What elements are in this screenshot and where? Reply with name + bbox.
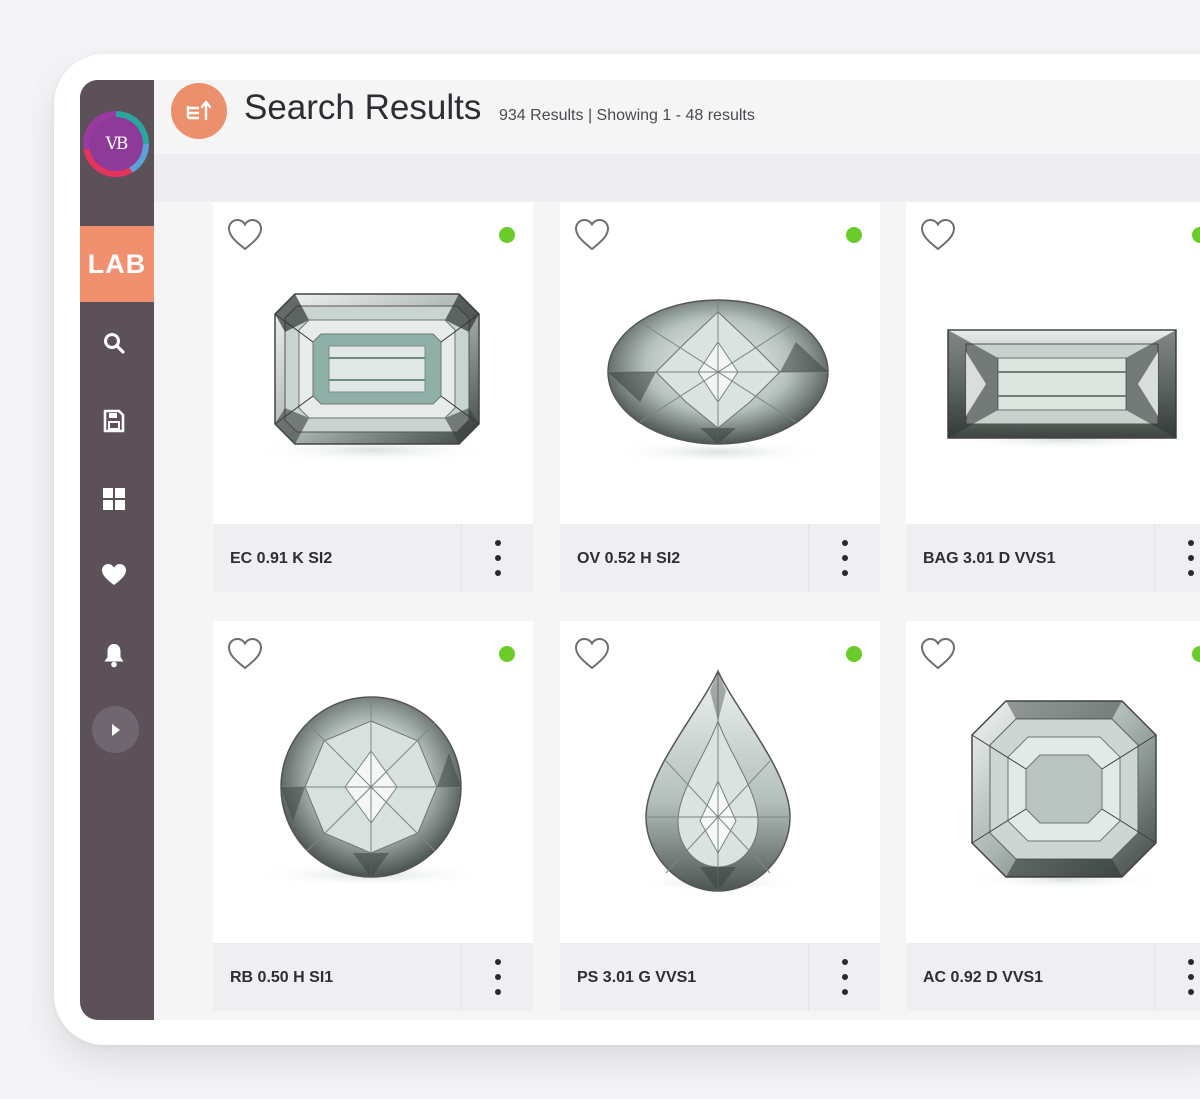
availability-dot	[846, 646, 862, 662]
divider	[808, 524, 809, 592]
sidebar: VB LAB	[80, 80, 154, 1020]
diamond-card[interactable]: BAG 3.01 D VVS1	[906, 202, 1200, 592]
heart-icon[interactable]	[100, 561, 128, 589]
sort-icon	[186, 100, 212, 121]
page-title: Search Results	[244, 88, 482, 127]
card-footer: PS 3.01 G VVS1	[560, 943, 880, 1011]
divider	[1154, 943, 1155, 1011]
more-options-button[interactable]	[830, 540, 860, 576]
results-count: 934 Results | Showing 1 - 48 results	[499, 107, 755, 124]
diamond-title[interactable]: AC 0.92 D VVS1	[923, 969, 1043, 987]
app-screen: VB LAB Search Results 934 Results | Show…	[80, 80, 1200, 1020]
sort-button[interactable]	[171, 83, 227, 139]
search-icon[interactable]	[100, 329, 128, 357]
diamond-card[interactable]: AC 0.92 D VVS1	[906, 621, 1200, 1011]
card-footer: BAG 3.01 D VVS1	[906, 524, 1200, 592]
heart-outline-icon[interactable]	[574, 637, 610, 671]
logo-text: VB	[105, 134, 129, 154]
lab-badge-label: LAB	[87, 248, 147, 279]
divider	[1154, 524, 1155, 592]
diamond-title[interactable]: OV 0.52 H SI2	[577, 550, 680, 568]
diamond-card[interactable]: OV 0.52 H SI2	[560, 202, 880, 592]
divider	[461, 943, 462, 1011]
heart-outline-icon[interactable]	[227, 218, 263, 252]
more-options-button[interactable]	[483, 959, 513, 995]
diamond-card[interactable]: EC 0.91 K SI2	[213, 202, 533, 592]
diamond-title[interactable]: RB 0.50 H SI1	[230, 969, 333, 987]
more-options-button[interactable]	[830, 959, 860, 995]
availability-dot	[499, 646, 515, 662]
divider	[461, 524, 462, 592]
lab-badge[interactable]: LAB	[80, 226, 154, 302]
expand-sidebar-button[interactable]	[92, 706, 139, 753]
card-footer: EC 0.91 K SI2	[213, 524, 533, 592]
more-options-button[interactable]	[483, 540, 513, 576]
card-footer: OV 0.52 H SI2	[560, 524, 880, 592]
grid-icon[interactable]	[100, 485, 128, 513]
heart-outline-icon[interactable]	[574, 218, 610, 252]
chevron-right-icon	[111, 723, 120, 736]
diamond-title[interactable]: EC 0.91 K SI2	[230, 550, 332, 568]
bell-icon[interactable]	[100, 641, 128, 669]
toolbar-strip	[154, 154, 1200, 202]
page-header: Search Results 934 Results | Showing 1 -…	[154, 80, 1200, 154]
heart-outline-icon[interactable]	[920, 637, 956, 671]
brand-logo[interactable]: VB	[83, 111, 149, 177]
card-footer: AC 0.92 D VVS1	[906, 943, 1200, 1011]
availability-dot	[846, 227, 862, 243]
divider	[808, 943, 809, 1011]
diamond-title[interactable]: BAG 3.01 D VVS1	[923, 550, 1056, 568]
more-options-button[interactable]	[1176, 540, 1200, 576]
diamond-title[interactable]: PS 3.01 G VVS1	[577, 969, 696, 987]
heart-outline-icon[interactable]	[227, 637, 263, 671]
diamond-card[interactable]: RB 0.50 H SI1	[213, 621, 533, 1011]
save-icon[interactable]	[100, 407, 128, 435]
card-footer: RB 0.50 H SI1	[213, 943, 533, 1011]
more-options-button[interactable]	[1176, 959, 1200, 995]
logo-monogram: VB	[89, 117, 143, 171]
diamond-card[interactable]: PS 3.01 G VVS1	[560, 621, 880, 1011]
availability-dot	[499, 227, 515, 243]
heart-outline-icon[interactable]	[920, 218, 956, 252]
